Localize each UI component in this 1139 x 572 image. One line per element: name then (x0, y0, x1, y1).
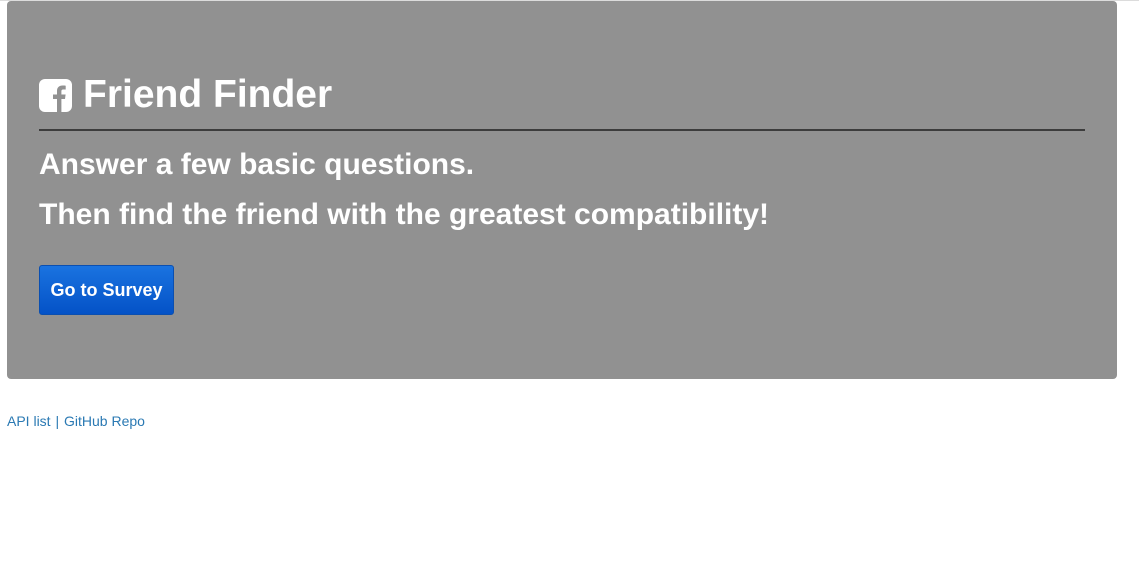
tagline-questions: Answer a few basic questions. (39, 148, 475, 181)
page-title: Friend Finder (83, 73, 333, 116)
footer-separator: | (55, 413, 60, 429)
tagline-compatibility: Then find the friend with the greatest c… (39, 198, 770, 231)
title-divider (39, 129, 1085, 131)
title-row: Friend Finder (39, 73, 332, 117)
facebook-square-icon (39, 78, 72, 112)
footer-links: API list | GitHub Repo (7, 412, 145, 430)
go-to-survey-button[interactable]: Go to Survey (39, 265, 174, 315)
jumbotron: Friend Finder Answer a few basic questio… (7, 1, 1117, 379)
api-list-link[interactable]: API list (7, 413, 51, 429)
github-repo-link[interactable]: GitHub Repo (64, 413, 145, 429)
